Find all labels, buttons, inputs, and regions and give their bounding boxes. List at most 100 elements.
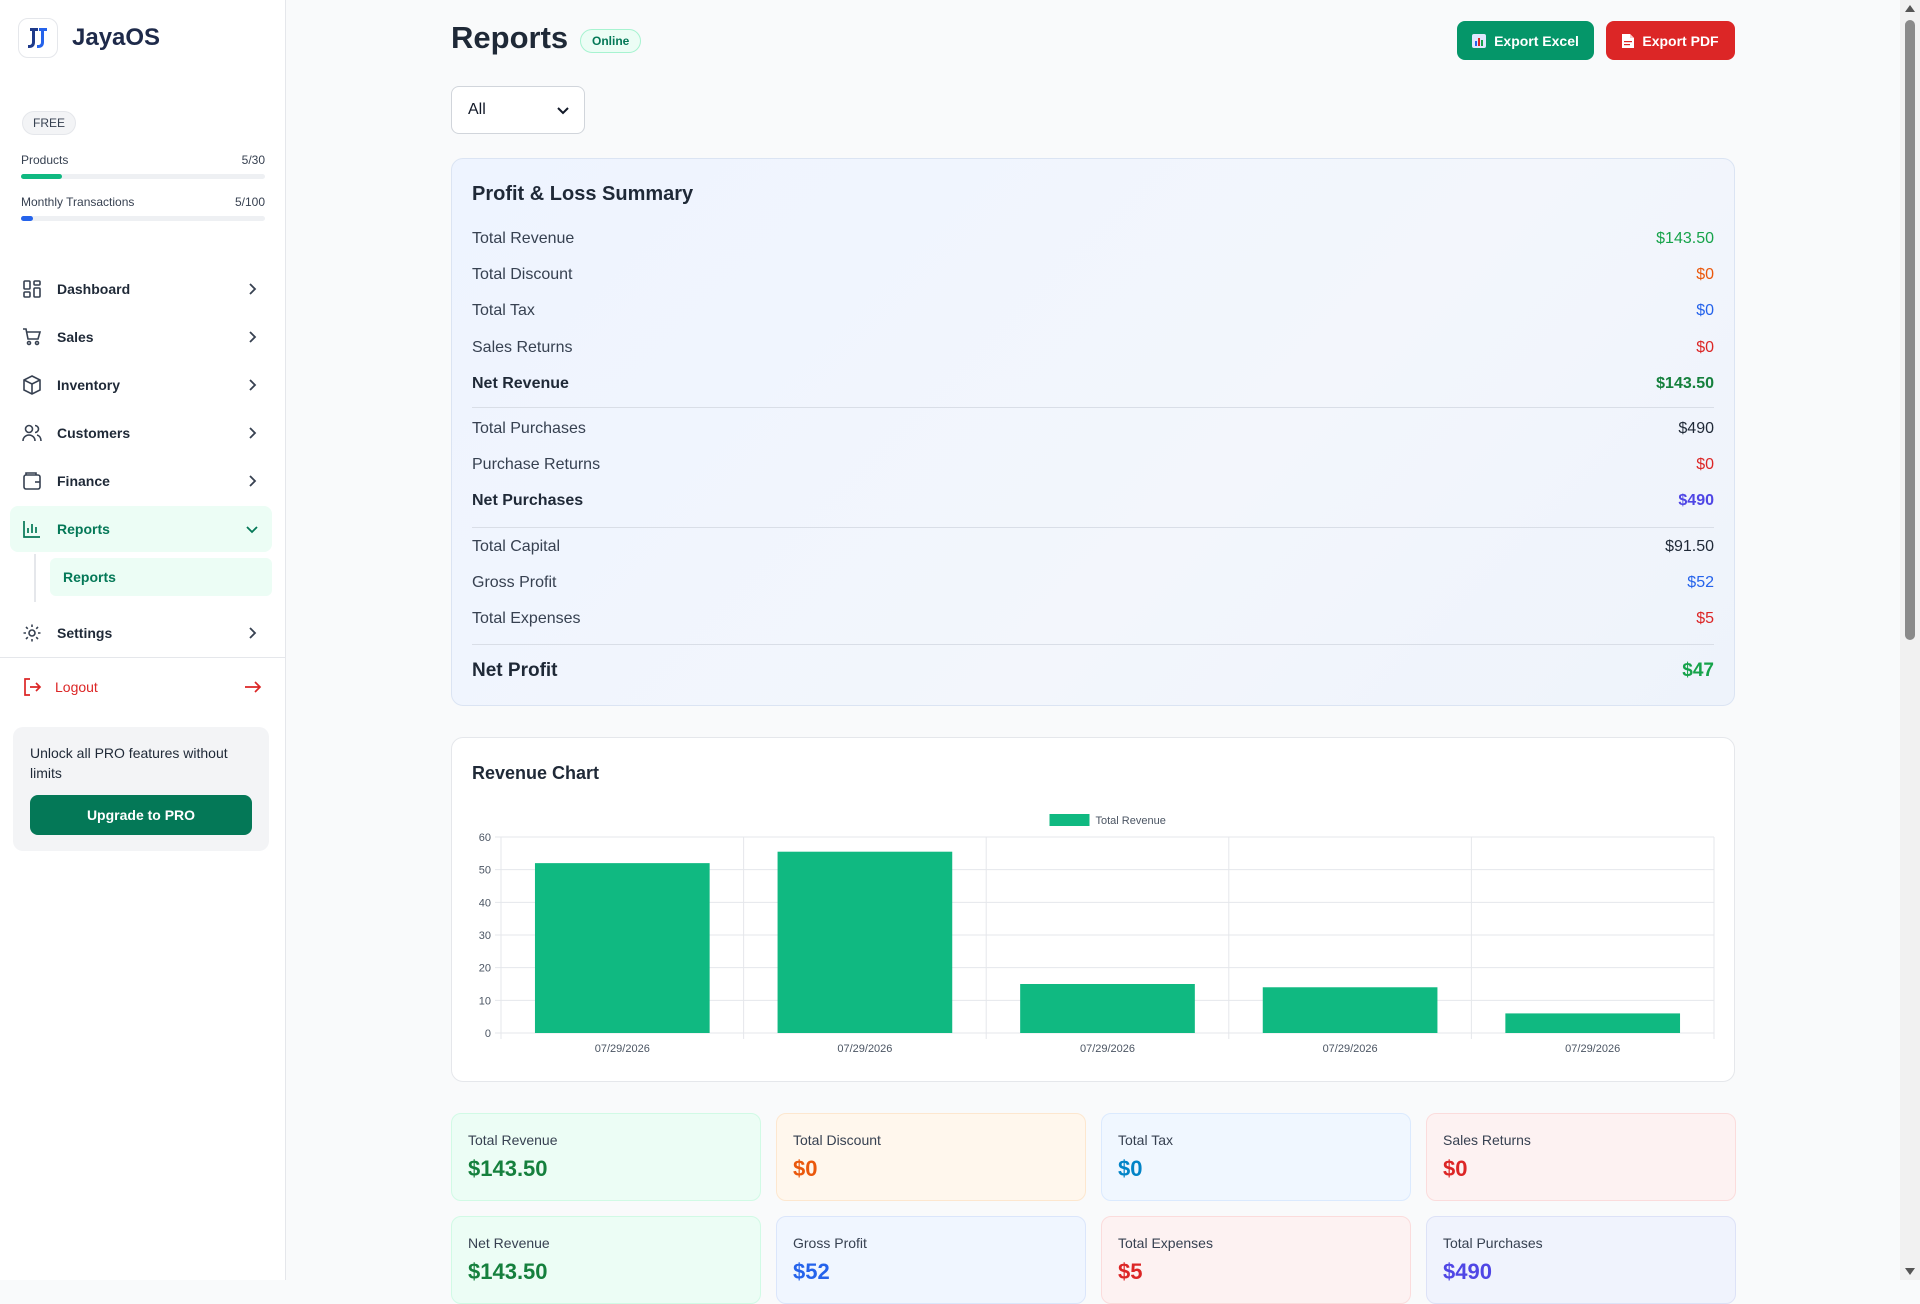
sidebar-item-label: Finance xyxy=(57,473,110,489)
dashboard-icon xyxy=(22,278,44,300)
chart-bar xyxy=(1262,987,1438,1033)
scrollbar[interactable] xyxy=(1900,0,1920,1280)
status-badge: Online xyxy=(580,29,642,53)
kpi-card: Total Tax $0 xyxy=(1101,1113,1411,1201)
sidebar-item-customers[interactable]: Customers xyxy=(10,410,272,456)
summary-row-value: $52 xyxy=(1687,574,1714,591)
filter-value: All xyxy=(468,101,486,118)
usage-label: Monthly Transactions xyxy=(21,195,135,209)
summary-row: Net Revenue $143.50 xyxy=(472,375,1714,393)
y-tick-label: 0 xyxy=(485,1028,491,1040)
summary-row-label: Total Tax xyxy=(472,302,535,319)
document-icon xyxy=(1622,33,1635,48)
kpi-value: $490 xyxy=(1443,1259,1492,1284)
scroll-down-icon[interactable] xyxy=(1905,1268,1915,1275)
scroll-up-icon[interactable] xyxy=(1905,5,1915,12)
summary-row: Total Expenses $5 xyxy=(472,610,1714,628)
kpi-label: Sales Returns xyxy=(1443,1132,1531,1148)
sidebar-item-reports[interactable]: Reports xyxy=(10,506,272,552)
users-icon xyxy=(22,422,44,444)
usage-label: Products xyxy=(21,153,69,167)
kpi-label: Net Revenue xyxy=(468,1235,550,1251)
sidebar-item-inventory[interactable]: Inventory xyxy=(10,362,272,408)
usage-value: 5/30 xyxy=(241,153,265,167)
summary-row-label: Total Purchases xyxy=(472,420,586,437)
summary-row-label: Net Profit xyxy=(472,660,558,681)
summary-row: Total Purchases $490 xyxy=(472,420,1714,438)
export-excel-label: Export Excel xyxy=(1494,32,1579,49)
usage-transactions: Monthly Transactions 5/100 xyxy=(21,195,265,221)
app-name: JayaOS xyxy=(72,24,161,51)
y-tick-label: 40 xyxy=(479,897,491,909)
summary-divider xyxy=(472,527,1714,528)
summary-divider xyxy=(472,644,1714,645)
usage-value: 5/100 xyxy=(234,195,265,209)
sidebar: JayaOS FREE Products 5/30 Monthly Transa… xyxy=(0,0,286,1280)
summary-row-value: $0 xyxy=(1696,339,1714,356)
chart-bar xyxy=(1020,984,1195,1033)
summary-row: Total Tax $0 xyxy=(472,302,1714,320)
kpi-value: $143.50 xyxy=(468,1259,548,1284)
kpi-card: Total Discount $0 xyxy=(776,1113,1086,1201)
legend-label: Total Revenue xyxy=(1096,815,1166,827)
sidebar-item-label: Customers xyxy=(57,425,131,441)
chevron-down-icon xyxy=(246,526,258,534)
summary-row-value: $143.50 xyxy=(1656,375,1714,392)
sidebar-item-finance[interactable]: Finance xyxy=(10,458,272,504)
chart-bar xyxy=(1505,1013,1681,1033)
kpi-label: Total Purchases xyxy=(1443,1235,1543,1251)
cart-icon xyxy=(22,326,44,348)
kpi-card: Total Revenue $143.50 xyxy=(451,1113,761,1201)
summary-row-value: $143.50 xyxy=(1656,230,1714,247)
kpi-value: $0 xyxy=(793,1156,818,1181)
usage-bar-fill xyxy=(21,174,62,179)
sidebar-item-settings[interactable]: Settings xyxy=(10,610,272,656)
kpi-label: Total Revenue xyxy=(468,1132,558,1148)
summary-row-label: Total Discount xyxy=(472,266,573,283)
submenu-item-reports[interactable]: Reports xyxy=(50,558,272,596)
export-excel-button[interactable]: Export Excel xyxy=(1457,21,1594,60)
sidebar-divider xyxy=(0,657,286,658)
usage-bar xyxy=(21,216,265,221)
summary-row-value: $91.50 xyxy=(1665,538,1714,555)
sidebar-item-dashboard[interactable]: Dashboard xyxy=(10,266,272,312)
export-pdf-button[interactable]: Export PDF xyxy=(1606,21,1735,60)
kpi-value: $52 xyxy=(793,1259,830,1284)
page-title: Reports xyxy=(451,20,569,55)
bar-chart-icon xyxy=(22,518,44,540)
summary-row-label: Total Expenses xyxy=(472,610,581,627)
chevron-down-icon xyxy=(557,107,569,115)
y-tick-label: 10 xyxy=(479,995,491,1007)
sidebar-nav: Dashboard Sales Inventory Customers Fina… xyxy=(10,266,272,658)
sidebar-item-label: Sales xyxy=(57,329,94,345)
upgrade-button[interactable]: Upgrade to PRO xyxy=(30,795,252,835)
box-icon xyxy=(22,374,44,396)
usage-bar xyxy=(21,174,265,179)
chart-bar xyxy=(534,863,710,1033)
x-tick-label: 07/29/2026 xyxy=(595,1043,650,1055)
brand[interactable]: JayaOS xyxy=(18,18,160,58)
upgrade-promo: Unlock all PRO features without limits U… xyxy=(13,727,269,851)
revenue-chart-card: Revenue Chart 0 10 20 30 40 50 60 07/29/2026 07/… xyxy=(451,737,1735,1082)
summary-row-label: Sales Returns xyxy=(472,339,573,356)
chevron-right-icon xyxy=(249,627,257,639)
chart-bar xyxy=(777,851,953,1033)
chevron-right-icon xyxy=(249,283,257,295)
logout-button[interactable]: Logout xyxy=(22,677,262,697)
summary-row: Net Purchases $490 xyxy=(472,492,1714,510)
usage-bar-fill xyxy=(21,216,34,221)
scrollbar-thumb[interactable] xyxy=(1905,20,1915,640)
export-pdf-label: Export PDF xyxy=(1642,32,1719,49)
filter-select[interactable]: All xyxy=(451,86,585,134)
sidebar-item-sales[interactable]: Sales xyxy=(10,314,272,360)
kpi-value: $143.50 xyxy=(468,1156,548,1181)
summary-row-value: $0 xyxy=(1696,266,1714,283)
x-tick-label: 07/29/2026 xyxy=(1565,1043,1620,1055)
kpi-label: Total Discount xyxy=(793,1132,881,1148)
summary-row-value: $5 xyxy=(1696,610,1714,627)
kpi-label: Total Expenses xyxy=(1118,1235,1213,1251)
sidebar-item-label: Dashboard xyxy=(57,281,131,297)
x-tick-label: 07/29/2026 xyxy=(837,1043,892,1055)
x-tick-label: 07/29/2026 xyxy=(1080,1043,1135,1055)
reports-submenu: Reports xyxy=(34,554,272,602)
